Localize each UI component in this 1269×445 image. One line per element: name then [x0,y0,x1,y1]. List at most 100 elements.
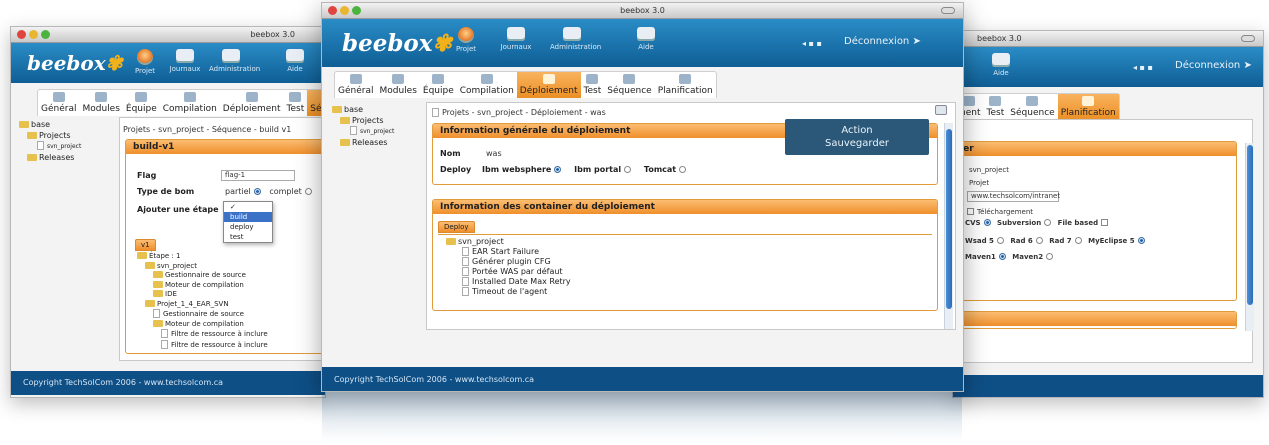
window-toggle-button[interactable] [941,7,955,14]
step-item[interactable]: Moteur de compilation [137,319,268,330]
dropdown-item-check[interactable]: ✓ [224,202,272,212]
cvs-radio[interactable] [983,219,991,226]
tab-modules[interactable]: Modules [79,90,122,116]
partiel-radio[interactable] [253,188,261,195]
container-item[interactable]: Portée WAS par défaut [446,267,571,277]
logout-link[interactable]: Déconnexion ➤ [844,36,921,47]
tab-modules[interactable]: Modules [376,72,419,98]
tab-sequence[interactable]: Séquence [604,72,654,98]
tree-item-base[interactable]: base [19,119,81,130]
collapse-panel-icon[interactable] [935,105,947,115]
aide-icon [286,49,304,63]
toolbar-journaux[interactable]: Journaux [494,27,538,51]
file-icon [37,141,44,150]
complet-radio[interactable] [304,188,312,195]
step-item[interactable]: Moteur de compilation [137,280,268,291]
tree-item-svn-project[interactable]: svn_project [19,141,81,152]
right-scrollbar[interactable] [1245,143,1254,331]
close-icon[interactable] [328,6,337,15]
toolbar-aide[interactable]: Aide [624,27,668,51]
step-dropdown[interactable]: ✓ build deploy test [223,201,273,243]
tab-compilation[interactable]: Compilation [160,90,220,116]
rad6-radio[interactable] [1035,237,1043,244]
file-based-checkbox[interactable] [1101,219,1109,226]
dropdown-item-deploy[interactable]: deploy [224,222,272,232]
wsad-radio[interactable] [996,237,1004,244]
toolbar-aide[interactable]: Aide [273,49,317,73]
toolbar-aide[interactable]: Aide [979,53,1023,77]
tab-test[interactable]: Test [581,72,605,98]
tab-equipe[interactable]: Équipe [123,90,160,116]
tab-general[interactable]: Général [335,72,376,98]
container-item[interactable]: Installed Date Max Retry [446,277,571,287]
toolbar-projet[interactable]: Projet [444,27,488,53]
tab-equipe[interactable]: Équipe [420,72,457,98]
tab-test[interactable]: Test [984,94,1008,120]
nom-label: Nom [440,149,461,158]
tab-test[interactable]: Test [284,90,308,116]
container-item[interactable]: EAR Start Failure [446,247,571,257]
download-label: Téléchargement [967,208,1033,216]
flag-input[interactable]: flag-1 [221,170,295,181]
window-toggle-button[interactable] [1241,35,1255,42]
tree-item-base[interactable]: base [332,104,394,115]
minimize-icon[interactable] [29,30,38,39]
zoom-icon[interactable] [41,30,50,39]
container-item[interactable]: Timeout de l'agent [446,287,571,297]
deploy-subtab[interactable]: Deploy [438,221,475,233]
step-item[interactable]: IDE [137,290,268,300]
dropdown-item-build[interactable]: build [224,212,272,222]
toolbar-projet[interactable]: Projet [123,49,167,75]
portal-radio[interactable] [624,166,632,173]
left-subtab-v1[interactable]: v1 [135,239,156,251]
tab-general[interactable]: Général [38,90,79,116]
close-icon[interactable] [17,30,26,39]
logout-link[interactable]: Déconnexion ➤ [1175,60,1252,71]
websphere-radio[interactable] [554,166,562,173]
test-icon [586,74,599,84]
deploiement-icon [542,74,555,84]
dropdown-item-test[interactable]: test [224,232,272,242]
step-item[interactable]: Filtre de ressource à inclure [137,339,268,351]
step-item[interactable]: Projet_1_4_EAR_SVN [137,299,268,310]
window-reflection [322,392,962,442]
step-item[interactable]: svn_project [137,261,268,272]
toolbar-journaux[interactable]: Journaux [163,49,207,73]
step-item[interactable]: Gestionnaire de source [137,309,268,320]
main-scrollbar[interactable] [944,123,953,329]
right-url-input[interactable]: www.techsolcom/intranet [967,191,1060,202]
tab-planification[interactable]: Planification [655,72,716,98]
tree-item-projects[interactable]: Projects [332,115,394,126]
main-project-tree: base Projects svn_project Releases [332,104,394,148]
tab-deploiement[interactable]: Déploiement [516,72,581,98]
container-root[interactable]: svn_project [446,237,571,247]
main-app-window: beebox 3.0 beebox✾ Projet Journaux Admin… [321,2,964,392]
tab-compilation[interactable]: Compilation [457,72,517,98]
toolbar-administration[interactable]: Administration [209,49,260,73]
toolbar-administration[interactable]: Administration [550,27,601,51]
rad7-radio[interactable] [1074,237,1082,244]
main-nav-arrows[interactable]: ◂ ▪ ▪ [802,39,822,48]
right-collapsed-box-title [953,312,1236,326]
myeclipse-radio[interactable] [1137,237,1145,244]
maven1-radio[interactable] [998,253,1006,260]
tree-item-releases[interactable]: Releases [19,152,81,163]
tab-planification[interactable]: Planification [1057,94,1119,120]
tree-item-svn-project[interactable]: svn_project [332,126,394,137]
maven2-radio[interactable] [1046,253,1054,260]
type-partiel-label: partiel [225,187,251,196]
container-item[interactable]: Générer plugin CFG [446,257,571,267]
tree-item-releases[interactable]: Releases [332,137,394,148]
zoom-icon[interactable] [352,6,361,15]
minimize-icon[interactable] [340,6,349,15]
tab-deploiement[interactable]: Déploiement [220,90,284,116]
tab-sequence[interactable]: Séquence [1007,94,1057,120]
download-checkbox[interactable] [967,208,974,215]
step-item[interactable]: Gestionnaire de source [137,271,268,281]
tomcat-radio[interactable] [679,166,687,173]
subversion-radio[interactable] [1044,219,1052,226]
step-item[interactable]: Filtre de ressource à inclure [137,329,268,340]
tree-item-projects[interactable]: Projects [19,130,81,141]
right-nav-arrows[interactable]: ◂ ▪ ▪ [1133,63,1153,72]
step-item[interactable]: Étape : 1 [137,252,268,262]
